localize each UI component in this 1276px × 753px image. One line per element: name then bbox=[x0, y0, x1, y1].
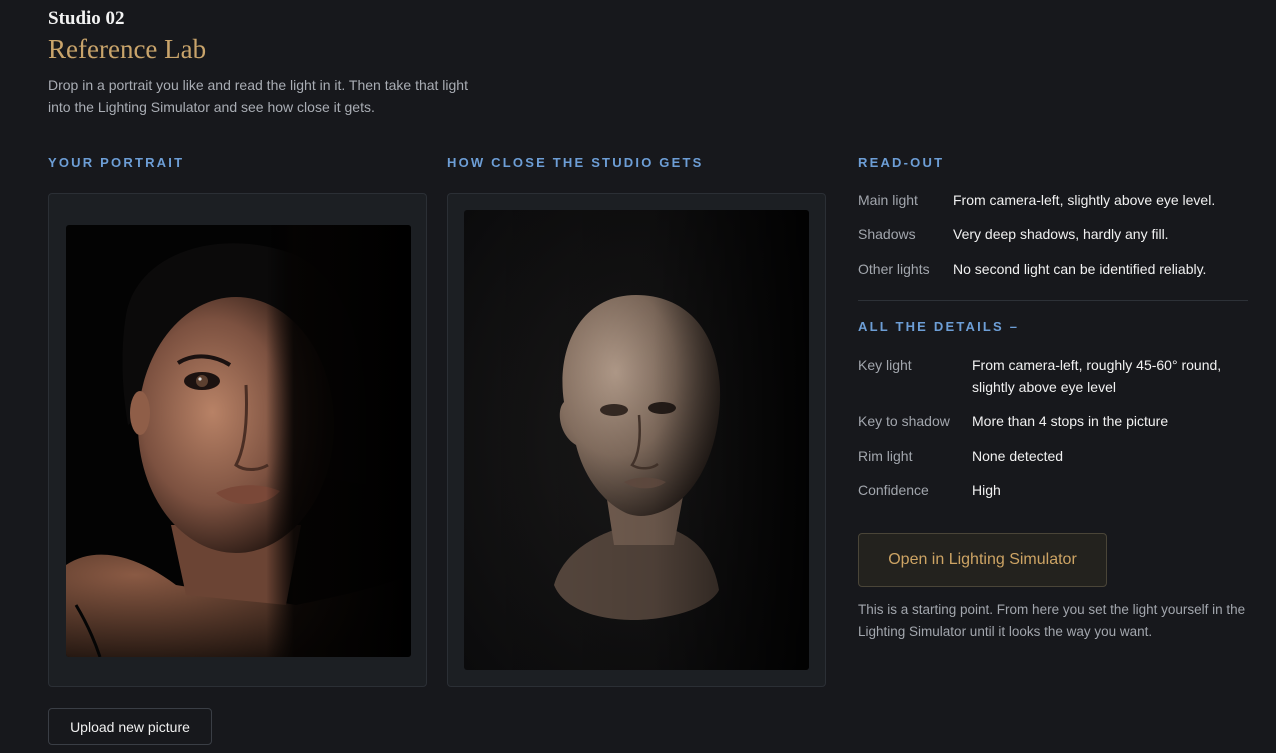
detail-key: Rim light bbox=[858, 448, 913, 464]
upload-new-picture-button[interactable]: Upload new picture bbox=[48, 708, 212, 745]
studio-render-frame bbox=[447, 193, 826, 687]
detail-key: Key light bbox=[858, 357, 912, 373]
detail-value: From camera-left, roughly 45-60° round, … bbox=[972, 357, 1222, 395]
portrait-image bbox=[66, 225, 411, 657]
page-title: Reference Lab bbox=[48, 34, 207, 64]
open-in-lighting-simulator-button[interactable]: Open in Lighting Simulator bbox=[858, 533, 1107, 587]
reference-lab-page: Studio 02 Reference Lab Drop in a portra… bbox=[0, 0, 1276, 753]
intro-text: Drop in a portrait you like and read the… bbox=[48, 77, 468, 115]
readout-value: No second light can be identified reliab… bbox=[953, 261, 1207, 277]
studio-eyebrow: Studio 02 bbox=[48, 8, 125, 29]
all-details-toggle[interactable]: ALL THE DETAILS – bbox=[858, 319, 1019, 334]
starting-point-note: This is a starting point. From here you … bbox=[858, 602, 1246, 639]
detail-value: More than 4 stops in the picture bbox=[972, 413, 1169, 429]
portrait-section-label: YOUR PORTRAIT bbox=[48, 155, 185, 170]
detail-value: None detected bbox=[972, 448, 1064, 464]
readout-value: Very deep shadows, hardly any fill. bbox=[953, 226, 1169, 242]
detail-value: High bbox=[972, 482, 1001, 498]
page-header: Studio 02 Reference Lab bbox=[48, 8, 206, 66]
readout-key: Other lights bbox=[858, 261, 930, 277]
section-divider bbox=[858, 300, 1248, 301]
readout-key: Main light bbox=[858, 192, 918, 208]
readout-key: Shadows bbox=[858, 226, 916, 242]
readout-section-label: READ-OUT bbox=[858, 155, 945, 170]
detail-key: Confidence bbox=[858, 482, 929, 498]
studio-section-label: HOW CLOSE THE STUDIO GETS bbox=[447, 155, 704, 170]
portrait-frame[interactable] bbox=[48, 193, 427, 687]
detail-key: Key to shadow bbox=[858, 413, 950, 429]
studio-render-image bbox=[464, 210, 809, 670]
readout-value: From camera-left, slightly above eye lev… bbox=[953, 192, 1216, 208]
